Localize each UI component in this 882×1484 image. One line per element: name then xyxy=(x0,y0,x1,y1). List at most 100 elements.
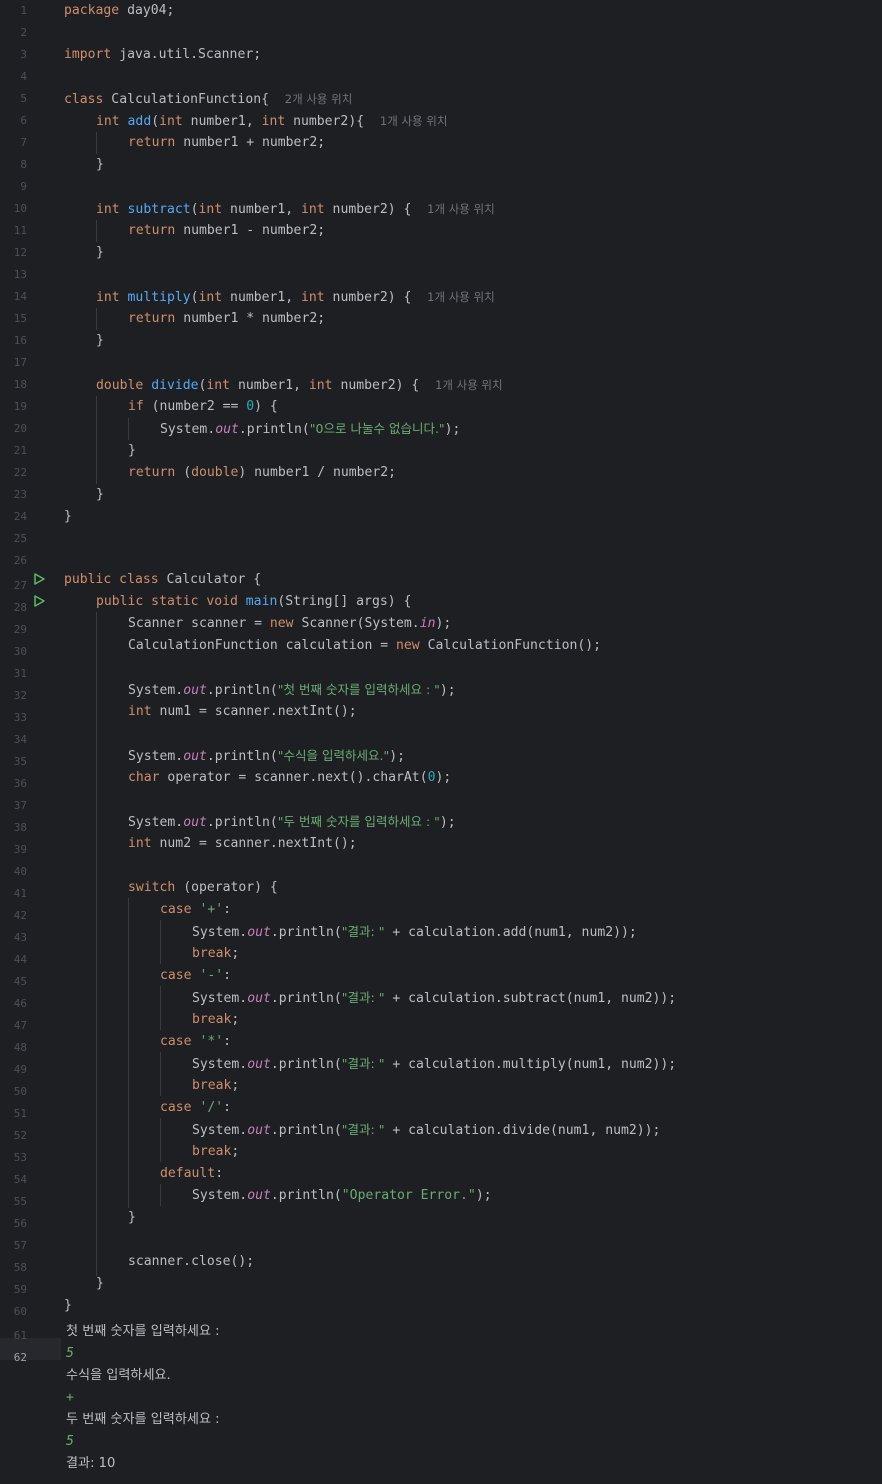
indent-guide xyxy=(96,308,97,330)
indent-guide xyxy=(160,1184,161,1206)
console-prompt: 첫 번째 숫자를 입력하세요 : xyxy=(66,1324,220,1339)
line-number: 36 xyxy=(13,777,27,790)
line-number: 3 xyxy=(20,48,27,61)
line-number: 54 xyxy=(13,1173,27,1186)
usage-hint[interactable]: 2개 사용 위치 xyxy=(285,92,353,106)
code-line: int num1 = scanner.nextInt(); xyxy=(128,704,357,719)
line-number: 51 xyxy=(13,1107,27,1120)
line-number: 28 xyxy=(13,601,27,614)
code-line: case '+': xyxy=(160,902,231,917)
code-editor[interactable]: 1 2 3 4 5 6 7 8 9 10 11 12 13 14 15 16 17 18 19 20 21 22 23 24 2… xyxy=(0,0,882,1484)
indent-guide xyxy=(128,418,129,440)
code-line: switch (operator) { xyxy=(128,880,278,895)
line-number: 40 xyxy=(13,865,27,878)
line-number: 60 xyxy=(13,1305,27,1318)
code-line: char operator = scanner.next().charAt(0)… xyxy=(128,770,452,785)
code-line: System.out.println("두 번째 숫자를 입력하세요 : "); xyxy=(128,814,456,830)
indent-guide xyxy=(96,612,97,1276)
code-line: } xyxy=(96,157,104,172)
line-number: 6 xyxy=(20,114,27,127)
code-line: public class Calculator { xyxy=(64,572,262,587)
code-line: case '/': xyxy=(160,1100,231,1115)
run-class-icon[interactable] xyxy=(32,572,46,586)
code-line: System.out.println("결과: " + calculation.… xyxy=(192,1122,661,1138)
code-line: Scanner scanner = new Scanner(System.in)… xyxy=(128,616,452,631)
usage-hint[interactable]: 1개 사용 위치 xyxy=(427,290,495,304)
code-line: } xyxy=(64,1298,72,1313)
code-line: int add(int number1, int number2){ 1개 사용… xyxy=(96,114,448,129)
line-number: 27 xyxy=(13,579,27,592)
line-number: 23 xyxy=(13,488,27,501)
line-number: 10 xyxy=(13,202,27,215)
code-line: int num2 = scanner.nextInt(); xyxy=(128,836,357,851)
code-line: case '-': xyxy=(160,968,231,983)
line-number: 41 xyxy=(13,887,27,900)
line-number: 12 xyxy=(13,246,27,259)
line-number: 19 xyxy=(13,400,27,413)
code-line: CalculationFunction calculation = new Ca… xyxy=(128,638,601,653)
code-line: int multiply(int number1, int number2) {… xyxy=(96,290,495,305)
line-number: 55 xyxy=(13,1195,27,1208)
line-number: 21 xyxy=(13,444,27,457)
line-number: 31 xyxy=(13,667,27,680)
line-number: 59 xyxy=(13,1283,27,1296)
code-line: } xyxy=(64,509,72,524)
code-line: System.out.println("수식을 입력하세요."); xyxy=(128,748,406,764)
console-result: 결과: 10 xyxy=(66,1456,116,1471)
line-number: 9 xyxy=(20,180,27,193)
line-number: 39 xyxy=(13,843,27,856)
code-line: default: xyxy=(160,1166,224,1181)
line-number: 58 xyxy=(13,1261,27,1274)
line-number: 49 xyxy=(13,1063,27,1076)
line-number: 14 xyxy=(13,290,27,303)
line-number: 8 xyxy=(20,158,27,171)
indent-guide xyxy=(160,986,161,1030)
line-number: 34 xyxy=(13,733,27,746)
usage-hint[interactable]: 1개 사용 위치 xyxy=(380,114,448,128)
line-number: 7 xyxy=(20,136,27,149)
line-number: 38 xyxy=(13,821,27,834)
code-line: System.out.println("결과: " + calculation.… xyxy=(192,924,637,940)
code-line: System.out.println("첫 번째 숫자를 입력하세요 : "); xyxy=(128,682,456,698)
indent-guide xyxy=(160,1052,161,1096)
line-number: 29 xyxy=(13,623,27,636)
run-main-icon[interactable] xyxy=(32,594,46,608)
line-number: 35 xyxy=(13,755,27,768)
line-number: 32 xyxy=(13,689,27,702)
code-line: } xyxy=(96,333,104,348)
line-number-gutter: 1 2 3 4 5 6 7 8 9 10 11 12 13 14 15 16 17 18 19 20 21 22 23 24 2… xyxy=(0,0,61,1484)
line-number: 43 xyxy=(13,931,27,944)
usage-hint[interactable]: 1개 사용 위치 xyxy=(427,202,495,216)
line-number: 62 xyxy=(13,1351,27,1364)
line-number: 25 xyxy=(13,532,27,545)
console-user-input: + xyxy=(66,1390,74,1405)
usage-hint[interactable]: 1개 사용 위치 xyxy=(435,378,503,392)
line-number: 24 xyxy=(13,510,27,523)
code-line: System.out.println("결과: " + calculation.… xyxy=(192,990,677,1006)
line-number: 22 xyxy=(13,466,27,479)
console-prompt: 수식을 입력하세요. xyxy=(66,1368,171,1383)
console-user-input: 5 xyxy=(66,1434,74,1449)
code-line: return number1 * number2; xyxy=(128,311,326,326)
indent-guide xyxy=(96,396,97,484)
line-number: 48 xyxy=(13,1041,27,1054)
line-number: 47 xyxy=(13,1019,27,1032)
line-number: 1 xyxy=(20,4,27,17)
line-number: 20 xyxy=(13,422,27,435)
line-number: 33 xyxy=(13,711,27,724)
code-line: System.out.println("Operator Error."); xyxy=(192,1188,492,1203)
code-line: int subtract(int number1, int number2) {… xyxy=(96,202,495,217)
code-line: if (number2 == 0) { xyxy=(128,399,278,414)
code-line: } xyxy=(96,245,104,260)
code-line: import java.util.Scanner; xyxy=(64,47,262,62)
line-number: 18 xyxy=(13,378,27,391)
line-number: 42 xyxy=(13,909,27,922)
line-number: 26 xyxy=(13,554,27,567)
code-line: System.out.println("결과: " + calculation.… xyxy=(192,1056,677,1072)
code-line: } xyxy=(128,1210,136,1225)
code-line: class CalculationFunction{ 2개 사용 위치 xyxy=(64,92,353,107)
indent-guide xyxy=(160,920,161,964)
line-number: 4 xyxy=(20,70,27,83)
line-number: 50 xyxy=(13,1085,27,1098)
line-number: 5 xyxy=(20,92,27,105)
